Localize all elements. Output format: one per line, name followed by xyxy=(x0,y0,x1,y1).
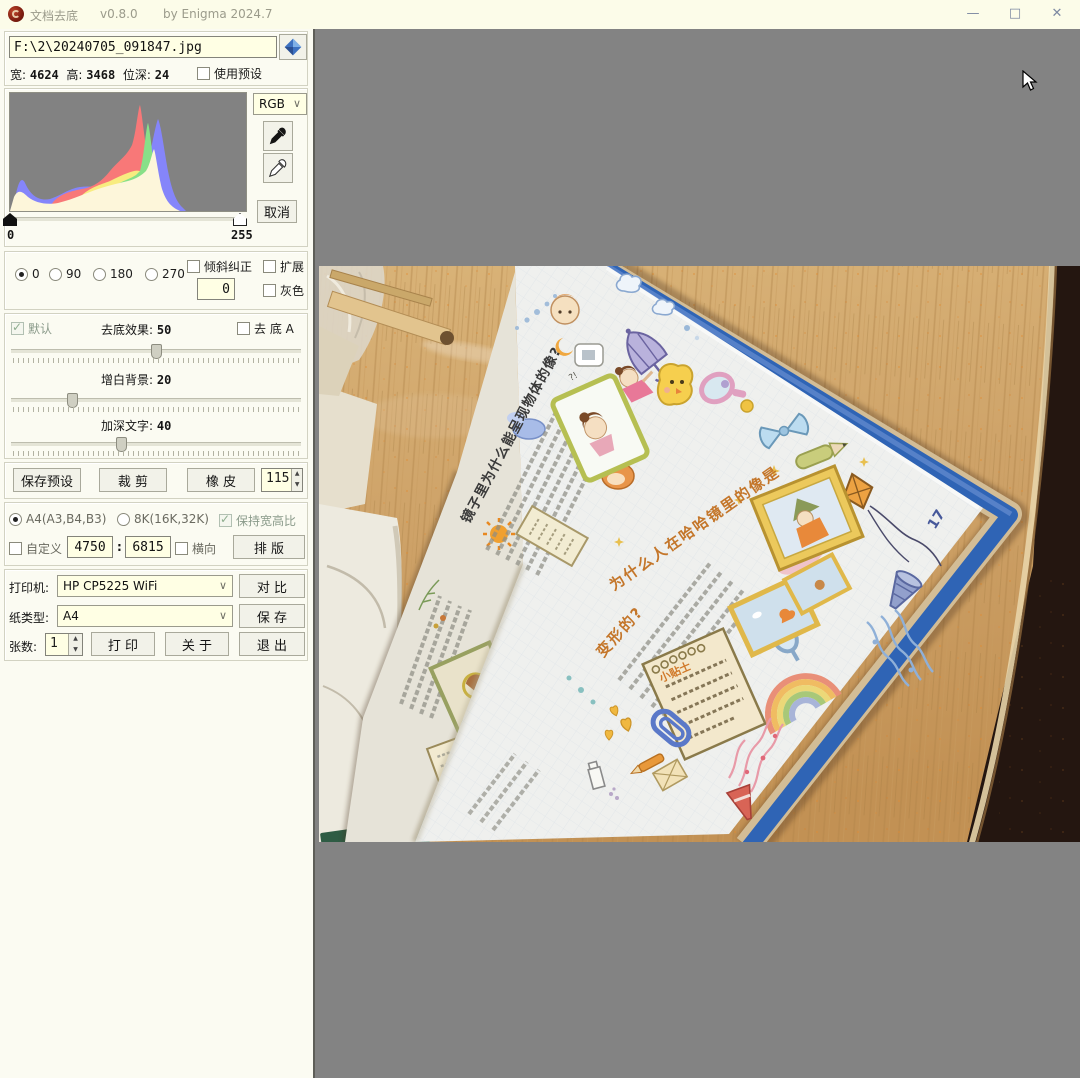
spinner-arrows-icon[interactable]: ▲ ▼ xyxy=(68,634,82,655)
preview-canvas[interactable]: ?! 镜子里为什么能呈现物体的像? 17 为什么人在哈哈镜里的像是 变形的? 小… xyxy=(313,29,1080,1078)
rotate-180-radio[interactable]: 180 xyxy=(93,267,133,281)
title-bar: 文档去底 v0.8.0 by Enigma 2024.7 — □ ✕ xyxy=(0,0,1080,30)
print-button[interactable]: 打 印 xyxy=(91,632,155,656)
spinner-arrows-icon[interactable]: ▲ ▼ xyxy=(291,469,302,491)
copies-value: 1 xyxy=(50,636,58,651)
layout-button[interactable]: 排 版 xyxy=(233,535,305,559)
whiten-slider-ticks xyxy=(13,407,299,412)
mouse-cursor xyxy=(1022,70,1038,91)
close-button[interactable]: ✕ xyxy=(1036,0,1078,28)
keep-ratio-checkbox[interactable]: 保持宽高比 xyxy=(219,512,296,529)
deskew-checkbox[interactable]: 倾斜纠正 xyxy=(187,258,252,275)
printer-select[interactable]: HP CP5225 WiFi ∨ xyxy=(57,575,233,597)
rotate-0-radio[interactable]: 0 xyxy=(15,267,40,281)
image-width-value: 4624 xyxy=(29,68,59,82)
darken-value: 40 xyxy=(156,419,172,433)
chevron-down-icon: ∨ xyxy=(218,579,227,592)
about-button[interactable]: 关 于 xyxy=(165,632,229,656)
level-slider-track[interactable] xyxy=(9,217,245,221)
debg-slider-ticks xyxy=(13,358,299,363)
rotate-270-radio[interactable]: 270 xyxy=(145,267,185,281)
eraser-size-spinner[interactable]: 115 ▲ ▼ xyxy=(261,468,303,492)
paper-a4-radio[interactable]: A4(A3,B4,B3) xyxy=(9,512,106,526)
level-min-label: 0 xyxy=(7,228,15,242)
browse-button[interactable] xyxy=(279,34,307,60)
copies-label: 张数: xyxy=(9,640,38,654)
level-max-label: 255 xyxy=(231,228,253,242)
image-width-label: 宽: 4624 高: 3468 位深: 24 xyxy=(10,68,170,82)
default-checkbox[interactable]: 默认 xyxy=(11,320,52,337)
expand-checkbox[interactable]: 扩展 xyxy=(263,258,304,275)
image-depth-value: 24 xyxy=(154,68,170,82)
print-group: 打印机: HP CP5225 WiFi ∨ 对 比 纸类型: A4 ∨ 保 存 … xyxy=(4,569,308,661)
paper-type-label: 纸类型: xyxy=(9,611,50,625)
rotate-90-radio[interactable]: 90 xyxy=(49,267,81,281)
cancel-button[interactable]: 取消 xyxy=(257,200,297,223)
image-height-value: 3468 xyxy=(86,68,116,82)
chevron-down-icon: ∨ xyxy=(218,609,227,622)
eraser-size-value: 115 xyxy=(266,471,290,486)
file-path-input[interactable] xyxy=(9,36,277,58)
effects-group: 默认 去底效果: 50 去 底 A 增白背景: 20 加深文字: 40 xyxy=(4,313,308,459)
crop-button[interactable]: 裁 剪 xyxy=(99,468,167,492)
rotate-group: 0 90 180 270 倾斜纠正 扩展 灰色 xyxy=(4,251,308,310)
darken-slider[interactable] xyxy=(11,437,301,452)
paper-type-select[interactable]: A4 ∨ xyxy=(57,605,233,627)
whiten-value: 20 xyxy=(156,373,172,387)
histogram-group: RGB ∨ 取消 0 255 xyxy=(3,88,308,247)
eyedropper-outline-icon xyxy=(268,159,287,178)
darken-slider-thumb[interactable] xyxy=(116,437,128,452)
gray-checkbox[interactable]: 灰色 xyxy=(263,282,304,299)
custom-width-input[interactable] xyxy=(67,536,113,558)
white-point-picker-button[interactable] xyxy=(263,153,293,183)
darken-label: 加深文字: 40 xyxy=(101,419,172,433)
save-preset-button[interactable]: 保存预设 xyxy=(13,468,81,492)
debg-slider[interactable] xyxy=(11,344,301,359)
angle-input[interactable] xyxy=(197,278,235,300)
minimize-button[interactable]: — xyxy=(952,0,994,28)
app-byline: by Enigma 2024.7 xyxy=(163,7,273,21)
app-version: v0.8.0 xyxy=(100,7,138,21)
blue-diamond-icon xyxy=(284,38,302,56)
debg-label: 去底效果: 50 xyxy=(101,323,172,337)
copies-spinner[interactable]: 1 ▲ ▼ xyxy=(45,633,83,656)
compare-button[interactable]: 对 比 xyxy=(239,574,305,598)
whiten-label: 增白背景: 20 xyxy=(101,373,172,387)
custom-height-input[interactable] xyxy=(125,536,171,558)
debg-a-checkbox[interactable]: 去 底 A xyxy=(237,320,294,337)
black-level-marker[interactable] xyxy=(3,213,17,226)
darken-slider-ticks xyxy=(13,451,299,456)
app-title: 文档去底 xyxy=(30,9,79,23)
eyedropper-filled-icon xyxy=(269,127,286,145)
chevron-down-icon: ∨ xyxy=(292,97,301,110)
scanned-photo: ?! 镜子里为什么能呈现物体的像? 17 为什么人在哈哈镜里的像是 变形的? 小… xyxy=(319,266,1080,842)
custom-size-checkbox[interactable]: 自定义 xyxy=(9,540,62,557)
black-point-picker-button[interactable] xyxy=(263,121,293,151)
tools-group: 保存预设 裁 剪 橡 皮 115 ▲ ▼ xyxy=(4,462,308,499)
save-button[interactable]: 保 存 xyxy=(239,604,305,628)
whiten-slider[interactable] xyxy=(11,393,301,408)
maximize-button[interactable]: □ xyxy=(994,0,1036,28)
control-panel: 宽: 4624 高: 3468 位深: 24 使用预设 RGB ∨ xyxy=(0,29,313,1078)
paper-8k-radio[interactable]: 8K(16K,32K) xyxy=(117,512,209,526)
paper-group: A4(A3,B4,B3) 8K(16K,32K) 保持宽高比 自定义 : 横向 … xyxy=(4,502,308,566)
exit-button[interactable]: 退 出 xyxy=(239,632,305,656)
histogram-plot xyxy=(9,92,247,212)
debg-value: 50 xyxy=(156,323,172,337)
chick-doodle xyxy=(656,362,694,406)
app-icon xyxy=(8,6,24,22)
whiten-slider-thumb[interactable] xyxy=(66,393,78,408)
eraser-button[interactable]: 橡 皮 xyxy=(187,468,255,492)
file-group: 宽: 4624 高: 3468 位深: 24 使用预设 xyxy=(4,31,308,86)
white-level-marker[interactable] xyxy=(233,213,247,226)
colon-label: : xyxy=(117,540,122,554)
landscape-checkbox[interactable]: 横向 xyxy=(175,540,216,557)
channel-select[interactable]: RGB ∨ xyxy=(253,93,307,115)
printer-label: 打印机: xyxy=(9,581,50,595)
use-preset-checkbox[interactable]: 使用预设 xyxy=(197,65,262,82)
debg-slider-thumb[interactable] xyxy=(151,344,162,359)
